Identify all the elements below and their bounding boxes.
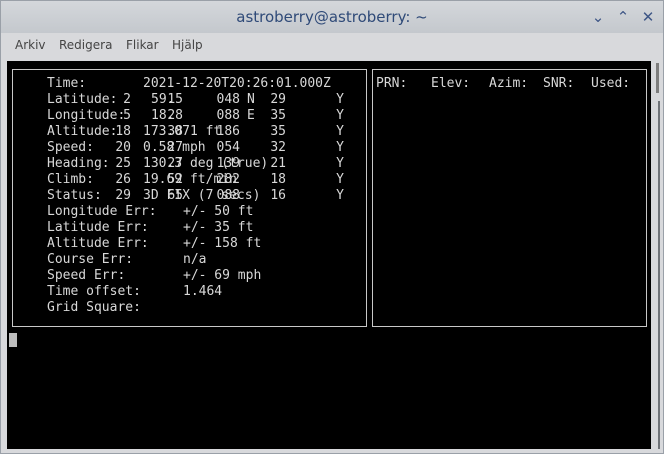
satellite-cell: Y xyxy=(336,124,344,139)
satellite-column-header: Azim: xyxy=(489,76,529,91)
gps-info-panel: Time: 2021-12-20T20:26:01.000Z Latitude: 59… xyxy=(12,69,367,327)
satellite-cell: Y xyxy=(336,172,344,187)
satellite-cell: Y xyxy=(336,108,344,123)
window-title: astroberry@astroberry: ~ xyxy=(236,8,428,26)
gps-label: Time: xyxy=(47,76,87,91)
gps-label: Altitude Err: xyxy=(47,236,149,251)
terminal-window: astroberry@astroberry: ~ ⌄ ⌃ ✕ Arkiv Red… xyxy=(0,0,664,454)
gps-label: Grid Square: xyxy=(47,300,141,315)
satellite-cell: Y xyxy=(336,92,344,107)
menu-flikar[interactable]: Flikar xyxy=(126,38,159,52)
terminal-area[interactable]: Time: 2021-12-20T20:26:01.000Z Latitude: 59… xyxy=(7,61,651,449)
text-cursor xyxy=(9,333,17,347)
satellite-cell: 18 xyxy=(270,172,286,187)
gps-label: Course Err: xyxy=(47,252,134,267)
gps-value: +/- 69 mph xyxy=(183,268,262,283)
satellite-cell: 048 xyxy=(216,92,240,107)
satellite-column-header: Used: xyxy=(591,76,631,91)
menu-arkiv[interactable]: Arkiv xyxy=(15,38,46,52)
gps-label: Heading: xyxy=(47,156,110,171)
satellite-cell: 088 xyxy=(216,108,240,123)
satellite-cell: 2 xyxy=(123,92,131,107)
satellite-cell: 35 xyxy=(270,124,286,139)
menu-hjalp[interactable]: Hjälp xyxy=(172,38,203,52)
gps-hemisphere: E xyxy=(247,108,255,123)
gps-label: Longitude Err: xyxy=(47,204,157,219)
satellite-cell: Y xyxy=(336,156,344,171)
satellite-panel: PRN: Elev: Azim: SNR: Used: 2 15 048 29 Y 5 28 088 35… xyxy=(115,69,647,327)
scrollbar-thumb[interactable] xyxy=(656,63,659,93)
menu-bar: Arkiv Redigera Flikar Hjälp xyxy=(1,33,663,59)
satellite-cell: Y xyxy=(336,140,344,155)
gps-value: 1.464 xyxy=(183,284,223,299)
satellite-cell: 186 xyxy=(216,124,240,139)
satellite-cell: 26 xyxy=(115,172,131,187)
scrollbar[interactable] xyxy=(653,61,662,449)
gps-hemisphere: N xyxy=(247,92,255,107)
gps-value: +/- 50 ft xyxy=(183,204,254,219)
satellite-column-header: PRN: xyxy=(376,76,408,91)
gps-value: +/- 158 ft xyxy=(183,236,262,251)
gps-label: Speed Err: xyxy=(47,268,126,283)
gps-value: n/a xyxy=(183,252,207,267)
satellite-cell: 16 xyxy=(270,188,286,203)
close-icon[interactable]: ✕ xyxy=(638,7,658,27)
satellite-cell: 32 xyxy=(270,140,286,155)
gps-value: +/- 35 ft xyxy=(183,220,254,235)
gps-label: Latitude Err: xyxy=(47,220,149,235)
gps-label: Latitude: xyxy=(47,92,118,107)
satellite-cell: Y xyxy=(336,188,344,203)
menu-redigera[interactable]: Redigera xyxy=(59,38,112,52)
gps-label: Time offset: xyxy=(47,284,141,299)
gps-label: Longitude: xyxy=(47,108,126,123)
gps-value: 2021-12-20T20:26:01.000Z xyxy=(143,76,331,91)
satellite-cell: 20 xyxy=(115,140,131,155)
satellite-cell: 5 xyxy=(123,108,131,123)
title-bar[interactable]: astroberry@astroberry: ~ ⌄ ⌃ ✕ xyxy=(1,1,663,33)
satellite-column-header: SNR: xyxy=(543,76,575,91)
maximize-icon[interactable]: ⌃ xyxy=(613,7,633,27)
satellite-cell: 35 xyxy=(270,108,286,123)
satellite-cell: 28 xyxy=(167,108,183,123)
gps-label: Climb: xyxy=(47,172,94,187)
satellite-column-header: Elev: xyxy=(431,76,471,91)
satellite-cell: 27 xyxy=(167,156,183,171)
satellite-cell: 21 xyxy=(270,156,286,171)
gps-value: 3D FIX (7 secs) xyxy=(143,188,261,203)
gps-label: Altitude: xyxy=(47,124,118,139)
gps-value: 130.3 deg (true) xyxy=(143,156,269,171)
satellite-cell: 139 xyxy=(216,156,240,171)
minimize-icon[interactable]: ⌄ xyxy=(588,7,608,27)
satellite-cell: 29 xyxy=(115,188,131,203)
satellite-cell: 18 xyxy=(115,124,131,139)
satellite-cell: 25 xyxy=(115,156,131,171)
satellite-cell: 38 xyxy=(167,124,183,139)
satellite-cell: 088 xyxy=(216,188,240,203)
satellite-cell: 52 xyxy=(167,172,183,187)
gps-label: Speed: xyxy=(47,140,94,155)
satellite-cell: 15 xyxy=(167,92,183,107)
satellite-cell: 27 xyxy=(167,140,183,155)
satellite-cell: 29 xyxy=(270,92,286,107)
gps-label: Status: xyxy=(47,188,102,203)
scrollbar-track xyxy=(658,101,660,449)
satellite-cell: 65 xyxy=(167,188,183,203)
satellite-cell: 054 xyxy=(216,140,240,155)
satellite-cell: 282 xyxy=(216,172,240,187)
